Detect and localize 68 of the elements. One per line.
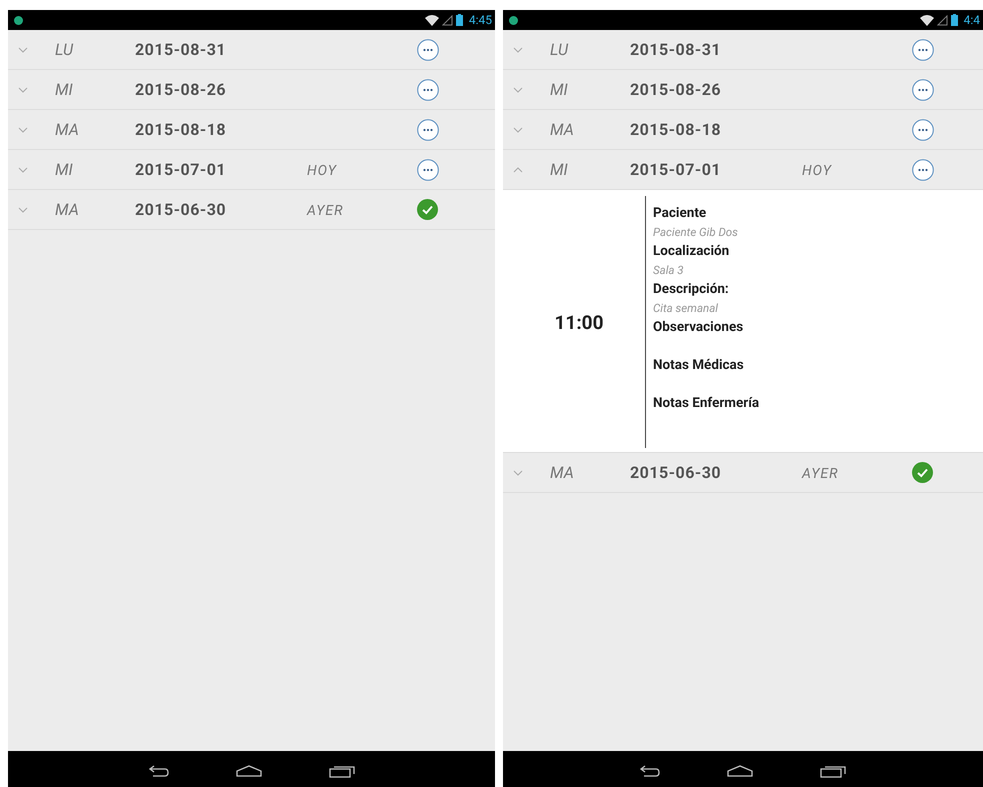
more-circle-icon[interactable]	[417, 158, 439, 180]
field-label: Paciente	[653, 204, 708, 223]
date-label: 2015-08-31	[630, 40, 722, 59]
field-value: Cita semanal	[653, 300, 719, 317]
notification-icon	[14, 16, 23, 24]
wifi-icon	[920, 14, 934, 26]
weekday-label: MA	[55, 120, 80, 139]
date-label: 2015-08-18	[630, 120, 722, 139]
more-circle-icon[interactable]	[912, 118, 934, 140]
more-circle-icon[interactable]	[417, 78, 439, 100]
weekday-label: LU	[550, 40, 570, 59]
day-tag: AYER	[802, 466, 838, 482]
weekday-label: MI	[550, 160, 569, 179]
weekday-label: LU	[55, 40, 74, 59]
field-label: Localización	[653, 242, 730, 261]
chevron-down-icon[interactable]	[18, 46, 28, 54]
chevron-down-icon[interactable]	[18, 126, 28, 134]
date-label: 2015-08-18	[135, 120, 228, 139]
date-label: 2015-06-30	[630, 463, 722, 482]
date-label: 2015-07-01	[135, 160, 228, 179]
chevron-up-icon[interactable]	[513, 166, 523, 174]
day-tag: AYER	[307, 203, 344, 219]
signal-icon	[936, 14, 948, 26]
chevron-down-icon[interactable]	[513, 126, 523, 134]
battery-icon	[950, 14, 958, 26]
back-icon[interactable]	[640, 765, 660, 777]
home-icon[interactable]	[727, 765, 753, 777]
battery-icon	[456, 14, 463, 26]
date-label: 2015-08-26	[135, 80, 228, 99]
chevron-down-icon[interactable]	[513, 86, 523, 94]
date-label: 2015-07-01	[630, 160, 722, 179]
day-tag: HOY	[307, 163, 337, 179]
more-circle-icon[interactable]	[912, 158, 934, 180]
field-label: Notas Enfermería	[653, 394, 760, 413]
weekday-label: MA	[550, 120, 575, 139]
notification-icon	[509, 16, 518, 24]
back-icon[interactable]	[148, 765, 168, 777]
weekday-label: MA	[550, 463, 575, 482]
more-circle-icon[interactable]	[417, 118, 439, 140]
weekday-label: MI	[550, 80, 569, 99]
recent-apps-icon[interactable]	[328, 764, 354, 778]
wifi-icon	[424, 14, 439, 26]
date-label: 2015-08-31	[135, 40, 228, 59]
field-value: Sala 3	[653, 262, 685, 279]
chevron-down-icon[interactable]	[513, 468, 523, 476]
field-label: Descripción:	[653, 280, 730, 299]
appointment-time: 11:00	[554, 310, 604, 334]
field-label: Notas Médicas	[653, 356, 745, 375]
signal-icon	[442, 14, 453, 26]
date-label: 2015-06-30	[135, 200, 228, 219]
home-icon[interactable]	[236, 765, 262, 777]
more-circle-icon[interactable]	[417, 38, 439, 60]
day-tag: HOY	[802, 163, 832, 179]
date-label: 2015-08-26	[630, 80, 722, 99]
chevron-down-icon[interactable]	[18, 206, 28, 214]
weekday-label: MI	[55, 160, 74, 179]
recent-apps-icon[interactable]	[820, 764, 846, 778]
clock-time: 4:4	[964, 13, 980, 27]
chevron-down-icon[interactable]	[18, 86, 28, 94]
chevron-down-icon[interactable]	[18, 166, 28, 174]
chevron-down-icon[interactable]	[513, 46, 523, 54]
field-value: Paciente Gib Dos	[653, 224, 739, 241]
clock-time: 4:45	[468, 13, 492, 27]
more-circle-icon[interactable]	[912, 78, 934, 100]
weekday-label: MI	[55, 80, 74, 99]
more-circle-icon[interactable]	[912, 38, 934, 60]
field-label: Observaciones	[653, 318, 744, 337]
weekday-label: MA	[55, 200, 80, 219]
